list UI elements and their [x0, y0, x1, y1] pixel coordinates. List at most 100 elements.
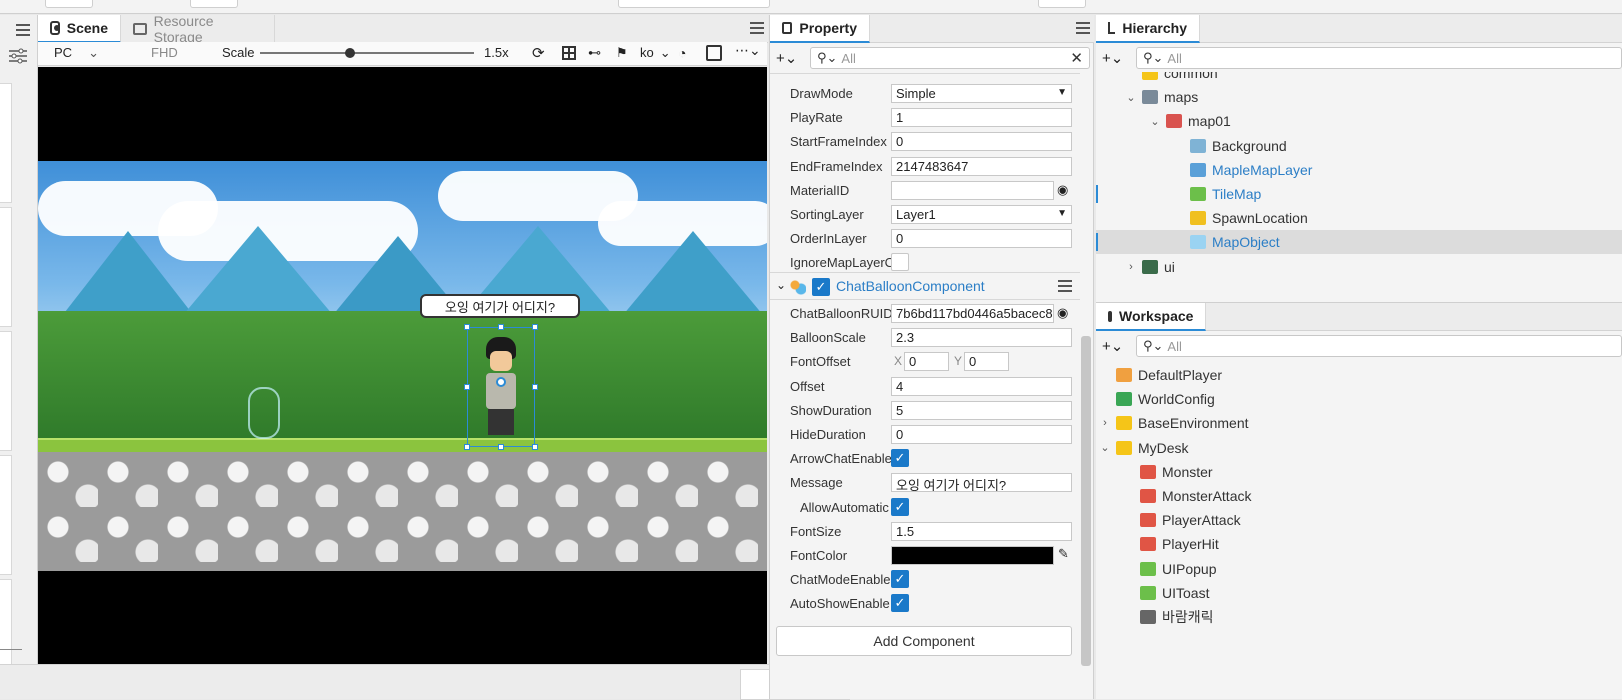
- tree-item[interactable]: 바람캐릭: [1124, 605, 1214, 629]
- component-enabled-checkbox[interactable]: ✓: [812, 278, 830, 296]
- scale-slider-knob[interactable]: [344, 48, 355, 58]
- resize-handle[interactable]: [532, 444, 538, 450]
- tree-item[interactable]: SpawnLocation: [1174, 206, 1308, 230]
- scene-viewport[interactable]: 오잉 여기가 어디지?: [38, 67, 767, 664]
- property-input[interactable]: 4: [891, 376, 1072, 396]
- property-input[interactable]: 1: [891, 108, 1072, 128]
- property-menu-icon[interactable]: [1076, 22, 1090, 34]
- tree-item[interactable]: Background: [1174, 134, 1287, 158]
- filter-settings-icon[interactable]: [8, 48, 28, 64]
- external-link-icon[interactable]: [706, 45, 722, 61]
- chevron-down-icon[interactable]: ⌄: [1150, 115, 1160, 128]
- chevron-right-icon[interactable]: ›: [1100, 417, 1110, 429]
- refresh-icon[interactable]: ⟳: [532, 44, 545, 62]
- add-component-button[interactable]: Add Component: [776, 626, 1072, 656]
- property-input[interactable]: 0: [904, 352, 949, 372]
- chevron-right-icon[interactable]: ›: [1126, 261, 1136, 273]
- tree-item[interactable]: › ui: [1126, 255, 1175, 279]
- resolution-label[interactable]: FHD: [151, 45, 178, 60]
- property-input[interactable]: 0: [964, 352, 1009, 372]
- property-checkbox[interactable]: ✓: [891, 594, 909, 613]
- resize-handle[interactable]: [498, 444, 504, 450]
- property-input[interactable]: 0: [891, 229, 1072, 249]
- hierarchy-search-input[interactable]: ⚲⌄ All: [1136, 47, 1622, 69]
- property-input[interactable]: 0: [891, 132, 1072, 152]
- property-checkbox[interactable]: [891, 253, 909, 272]
- property-input[interactable]: 7b6bd117bd0446a5bacec8e: [891, 304, 1054, 323]
- chevron-down-icon[interactable]: ⌄: [1100, 441, 1110, 454]
- resize-handle[interactable]: [498, 324, 504, 330]
- property-input[interactable]: 5: [891, 400, 1072, 420]
- property-checkbox[interactable]: ✓: [891, 449, 909, 468]
- color-swatch[interactable]: [891, 546, 1054, 565]
- component-menu-icon[interactable]: [1058, 280, 1072, 292]
- grid-icon[interactable]: [562, 46, 576, 60]
- tree-item[interactable]: Monster: [1124, 460, 1213, 484]
- property-input[interactable]: 2.3: [891, 328, 1072, 348]
- property-scrollbar[interactable]: [1081, 336, 1091, 666]
- tree-item[interactable]: ⌄ maps: [1126, 85, 1198, 109]
- tree-item[interactable]: MonsterAttack: [1124, 484, 1251, 508]
- property-checkbox[interactable]: ✓: [891, 497, 909, 516]
- platform-select[interactable]: PC ⌄: [54, 45, 99, 61]
- property-input[interactable]: 0: [891, 425, 1072, 444]
- resize-handle[interactable]: [464, 444, 470, 450]
- toolbar-button-group[interactable]: [618, 0, 770, 8]
- tree-item[interactable]: TileMap: [1174, 182, 1261, 206]
- target-picker-icon[interactable]: ◉: [1057, 182, 1068, 198]
- tree-item[interactable]: UIPopup: [1124, 557, 1216, 581]
- scene-menu-icon[interactable]: [750, 22, 764, 34]
- target-picker-icon[interactable]: ◉: [1057, 305, 1068, 321]
- toolbar-button[interactable]: [190, 0, 238, 8]
- property-dropdown[interactable]: Simple ▼: [891, 84, 1072, 103]
- tab-hierarchy[interactable]: Hierarchy: [1096, 15, 1200, 43]
- more-icon[interactable]: ⋯⌄: [735, 42, 761, 59]
- tree-item[interactable]: › BaseEnvironment: [1100, 411, 1248, 435]
- tree-item[interactable]: UIToast: [1124, 581, 1209, 605]
- tree-item[interactable]: PlayerHit: [1124, 532, 1219, 556]
- toolbar-button[interactable]: [1038, 0, 1086, 8]
- tree-item[interactable]: WorldConfig: [1100, 387, 1215, 411]
- property-input[interactable]: 오잉 여기가 어디지?: [891, 473, 1072, 493]
- tree-item[interactable]: DefaultPlayer: [1100, 363, 1222, 387]
- chevron-down-icon[interactable]: ⌄: [1126, 91, 1136, 104]
- scale-slider[interactable]: [260, 48, 474, 58]
- tree-item[interactable]: MapleMapLayer: [1174, 158, 1312, 182]
- eyedropper-icon[interactable]: ✎: [1058, 546, 1069, 562]
- workspace-search-input[interactable]: ⚲⌄ All: [1136, 335, 1622, 357]
- tree-item[interactable]: ⌄ MyDesk: [1100, 436, 1188, 460]
- tab-resource-storage[interactable]: Resource Storage: [121, 13, 275, 45]
- line-snap-icon[interactable]: ⊷: [588, 45, 601, 61]
- menu-icon[interactable]: [16, 24, 30, 36]
- tab-property[interactable]: Property: [770, 15, 870, 43]
- component-header[interactable]: ⌄ ✓ ChatBalloonComponent: [770, 272, 1080, 300]
- resize-handle[interactable]: [464, 324, 470, 330]
- property-search-input[interactable]: ⚲⌄ All ✕: [810, 47, 1090, 69]
- resize-handle[interactable]: [532, 324, 538, 330]
- property-input[interactable]: 2147483647: [891, 156, 1072, 176]
- dropdown-arrow-icon[interactable]: ▼: [1057, 208, 1067, 219]
- chevron-down-icon[interactable]: ⌄: [776, 278, 786, 292]
- performance-icon[interactable]: ◔: [678, 45, 686, 61]
- property-dropdown[interactable]: Layer1 ▼: [891, 205, 1072, 224]
- resize-handle[interactable]: [532, 384, 538, 390]
- tree-item[interactable]: ⌄ map01: [1150, 109, 1230, 133]
- tree-item[interactable]: common: [1126, 72, 1218, 85]
- close-icon[interactable]: ✕: [1070, 49, 1083, 67]
- spawn-ghost-marker[interactable]: [248, 387, 280, 439]
- tree-item[interactable]: MapObject: [1174, 230, 1280, 254]
- add-dropdown-button[interactable]: +⌄: [776, 49, 797, 67]
- toolbar-button[interactable]: [45, 0, 93, 8]
- tab-workspace[interactable]: Workspace: [1096, 303, 1206, 331]
- property-input[interactable]: 1.5: [891, 521, 1072, 541]
- dropdown-arrow-icon[interactable]: ▼: [1057, 87, 1067, 98]
- locale-select[interactable]: ko ⌄: [640, 45, 671, 61]
- flag-icon[interactable]: ⚑: [616, 45, 628, 61]
- property-input[interactable]: [891, 180, 1054, 200]
- add-dropdown-button[interactable]: +⌄: [1102, 49, 1123, 67]
- tab-scene[interactable]: Scene: [38, 15, 121, 43]
- tree-item[interactable]: PlayerAttack: [1124, 508, 1241, 532]
- property-checkbox[interactable]: ✓: [891, 570, 909, 589]
- add-dropdown-button[interactable]: +⌄: [1102, 337, 1123, 355]
- resize-handle[interactable]: [464, 384, 470, 390]
